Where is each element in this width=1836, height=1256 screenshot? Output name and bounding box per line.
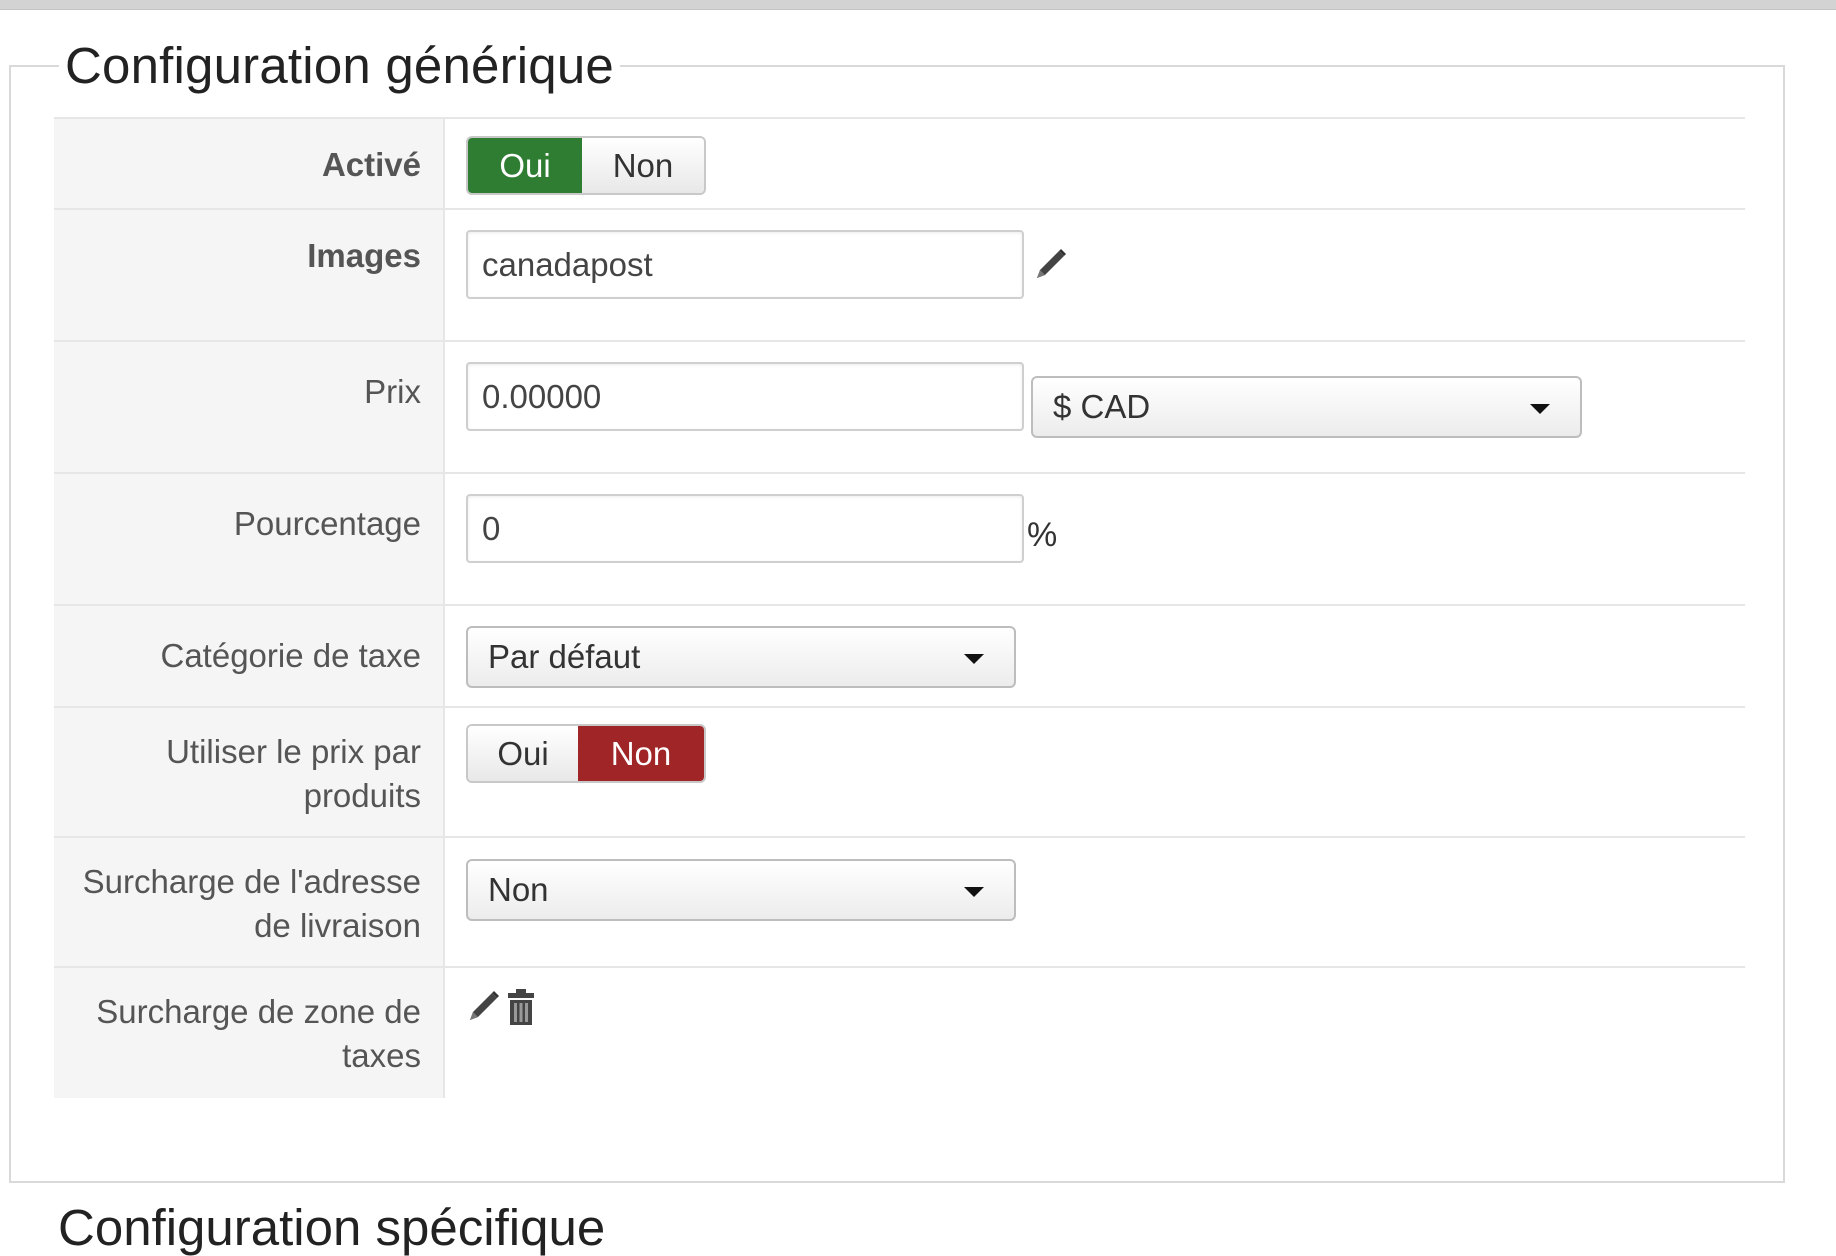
shipping-address-override-label-line2: de livraison xyxy=(254,907,421,944)
tax-zone-override-label-line1: Surcharge de zone de xyxy=(96,993,421,1030)
active-toggle[interactable]: Oui Non xyxy=(466,136,706,195)
use-product-price-toggle[interactable]: Oui Non xyxy=(466,724,706,783)
row-tax-zone-override: Surcharge de zone de taxes xyxy=(54,968,1745,1098)
percentage-input[interactable] xyxy=(466,494,1024,563)
tax-zone-override-label-line2: taxes xyxy=(342,1037,421,1074)
images-label: Images xyxy=(54,210,445,340)
use-product-price-no-button[interactable]: Non xyxy=(578,726,704,781)
use-product-price-label: Utiliser le prix par produits xyxy=(54,708,445,836)
currency-select-value: $ CAD xyxy=(1053,388,1151,425)
use-product-price-label-line2: produits xyxy=(303,777,421,814)
tax-category-select-value: Par défaut xyxy=(488,638,641,675)
use-product-price-yes-button[interactable]: Oui xyxy=(468,726,578,781)
chevron-down-icon xyxy=(964,887,984,897)
use-product-price-label-line1: Utiliser le prix par xyxy=(166,733,421,770)
chevron-down-icon xyxy=(964,654,984,664)
active-no-button[interactable]: Non xyxy=(582,138,704,193)
config-table: Activé Oui Non Images Prix $ CAD Pource xyxy=(54,117,1745,1098)
row-shipping-address-override: Surcharge de l'adresse de livraison Non xyxy=(54,838,1745,968)
percent-suffix: % xyxy=(1027,516,1058,554)
section-title: Configuration générique xyxy=(65,37,614,94)
row-use-product-price: Utiliser le prix par produits Oui Non xyxy=(54,708,1745,838)
row-active: Activé Oui Non xyxy=(54,119,1745,210)
row-percentage: Pourcentage % xyxy=(54,474,1745,606)
shipping-address-override-label-line1: Surcharge de l'adresse xyxy=(82,863,421,900)
top-strip xyxy=(0,0,1836,10)
shipping-address-override-label: Surcharge de l'adresse de livraison xyxy=(54,838,445,966)
shipping-address-override-select-value: Non xyxy=(488,871,549,908)
trash-icon[interactable] xyxy=(507,989,535,1030)
price-input[interactable] xyxy=(466,362,1024,431)
active-yes-button[interactable]: Oui xyxy=(468,138,582,193)
chevron-down-icon xyxy=(1530,404,1550,414)
price-label: Prix xyxy=(54,342,445,472)
row-price: Prix $ CAD xyxy=(54,342,1745,474)
percentage-label: Pourcentage xyxy=(54,474,445,604)
pencil-icon[interactable] xyxy=(1033,246,1069,287)
images-input[interactable] xyxy=(466,230,1024,299)
currency-select[interactable]: $ CAD xyxy=(1031,376,1582,438)
tax-category-label: Catégorie de taxe xyxy=(54,606,445,706)
row-tax-category: Catégorie de taxe Par défaut xyxy=(54,606,1745,708)
tax-zone-override-label: Surcharge de zone de taxes xyxy=(54,968,445,1098)
row-images: Images xyxy=(54,210,1745,342)
active-label: Activé xyxy=(54,119,445,208)
shipping-address-override-select[interactable]: Non xyxy=(466,859,1016,921)
tax-category-select[interactable]: Par défaut xyxy=(466,626,1016,688)
pencil-icon[interactable] xyxy=(466,988,502,1029)
next-section-title: Configuration spécifique xyxy=(58,1199,606,1256)
